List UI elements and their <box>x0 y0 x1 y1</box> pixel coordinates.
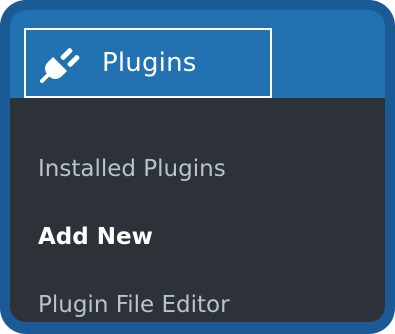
plug-icon <box>40 48 80 83</box>
plugins-menu-frame: Plugins Installed Plugins Add New Plugin… <box>0 0 395 334</box>
submenu-item-plugin-file-editor[interactable]: Plugin File Editor <box>38 292 230 318</box>
submenu-item-add-new[interactable]: Add New <box>38 224 153 250</box>
plugins-menu-header[interactable]: Plugins <box>10 10 385 98</box>
plugins-submenu: Installed Plugins Add New Plugin File Ed… <box>10 98 385 322</box>
submenu-item-installed-plugins[interactable]: Installed Plugins <box>38 156 226 182</box>
plugins-menu-link[interactable]: Plugins <box>24 28 272 98</box>
admin-menu-panel: Plugins Installed Plugins Add New Plugin… <box>10 10 385 322</box>
plugins-menu-label: Plugins <box>102 48 197 78</box>
